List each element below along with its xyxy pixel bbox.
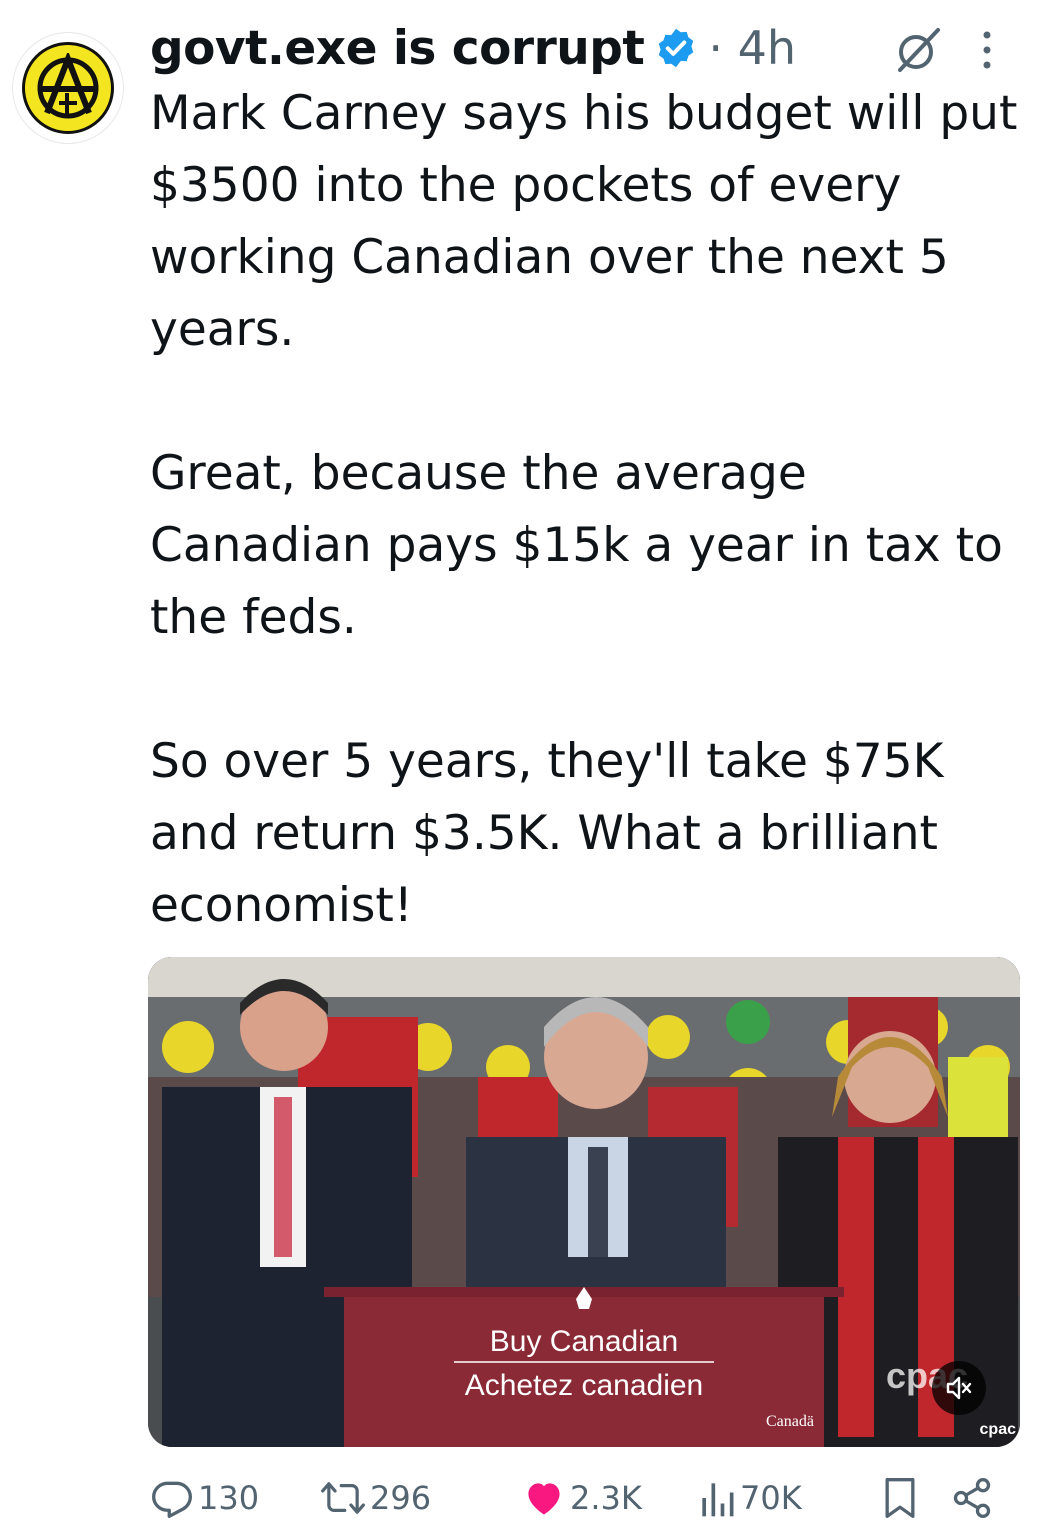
canada-wordmark: Canadä	[766, 1413, 814, 1430]
anarchy-logo-icon	[22, 42, 114, 134]
repost-button[interactable]: 296	[320, 1470, 431, 1526]
post-time[interactable]: · 4h	[708, 21, 796, 75]
tweet-text: Mark Carney says his budget will put $35…	[150, 78, 1030, 942]
mute-button[interactable]	[932, 1361, 986, 1415]
tweet-paragraph: Great, because the average Canadian pays…	[150, 446, 1003, 645]
mute-icon	[946, 1376, 972, 1400]
share-button[interactable]	[950, 1470, 994, 1526]
views-icon	[702, 1483, 734, 1517]
action-bar: 130 296 2.3K 70K	[150, 1470, 1000, 1526]
video-player[interactable]: Buy Canadian Achetez canadien Canadä cpa…	[148, 957, 1020, 1447]
avatar[interactable]	[12, 32, 124, 144]
repost-icon	[321, 1482, 365, 1514]
grok-icon[interactable]	[894, 26, 942, 74]
tweet-header: govt.exe is corrupt · 4h	[150, 18, 1034, 78]
bookmark-button[interactable]	[880, 1470, 920, 1526]
verified-badge-icon	[659, 28, 694, 68]
like-button[interactable]: 2.3K	[522, 1470, 642, 1526]
more-icon[interactable]	[980, 28, 994, 72]
share-icon	[953, 1478, 991, 1518]
reply-button[interactable]: 130	[150, 1470, 259, 1526]
tweet-paragraph: So over 5 years, they'll take $75K and r…	[150, 734, 944, 933]
reply-icon	[152, 1481, 192, 1518]
views-button[interactable]: 70K	[698, 1470, 802, 1526]
like-count: 2.3K	[570, 1479, 642, 1517]
podium-sign-english: Buy Canadian	[489, 1325, 679, 1358]
reply-count: 130	[198, 1479, 260, 1517]
broadcaster-logo: cpac	[979, 1421, 1016, 1438]
tweet-paragraph: Mark Carney says his budget will put $35…	[150, 86, 1018, 357]
like-icon	[528, 1483, 560, 1515]
views-count: 70K	[740, 1479, 802, 1517]
repost-count: 296	[370, 1479, 432, 1517]
tweet: govt.exe is corrupt · 4h Mark Carney say…	[0, 0, 1054, 1530]
bookmark-icon	[885, 1478, 915, 1518]
author-name[interactable]: govt.exe is corrupt	[150, 21, 645, 76]
